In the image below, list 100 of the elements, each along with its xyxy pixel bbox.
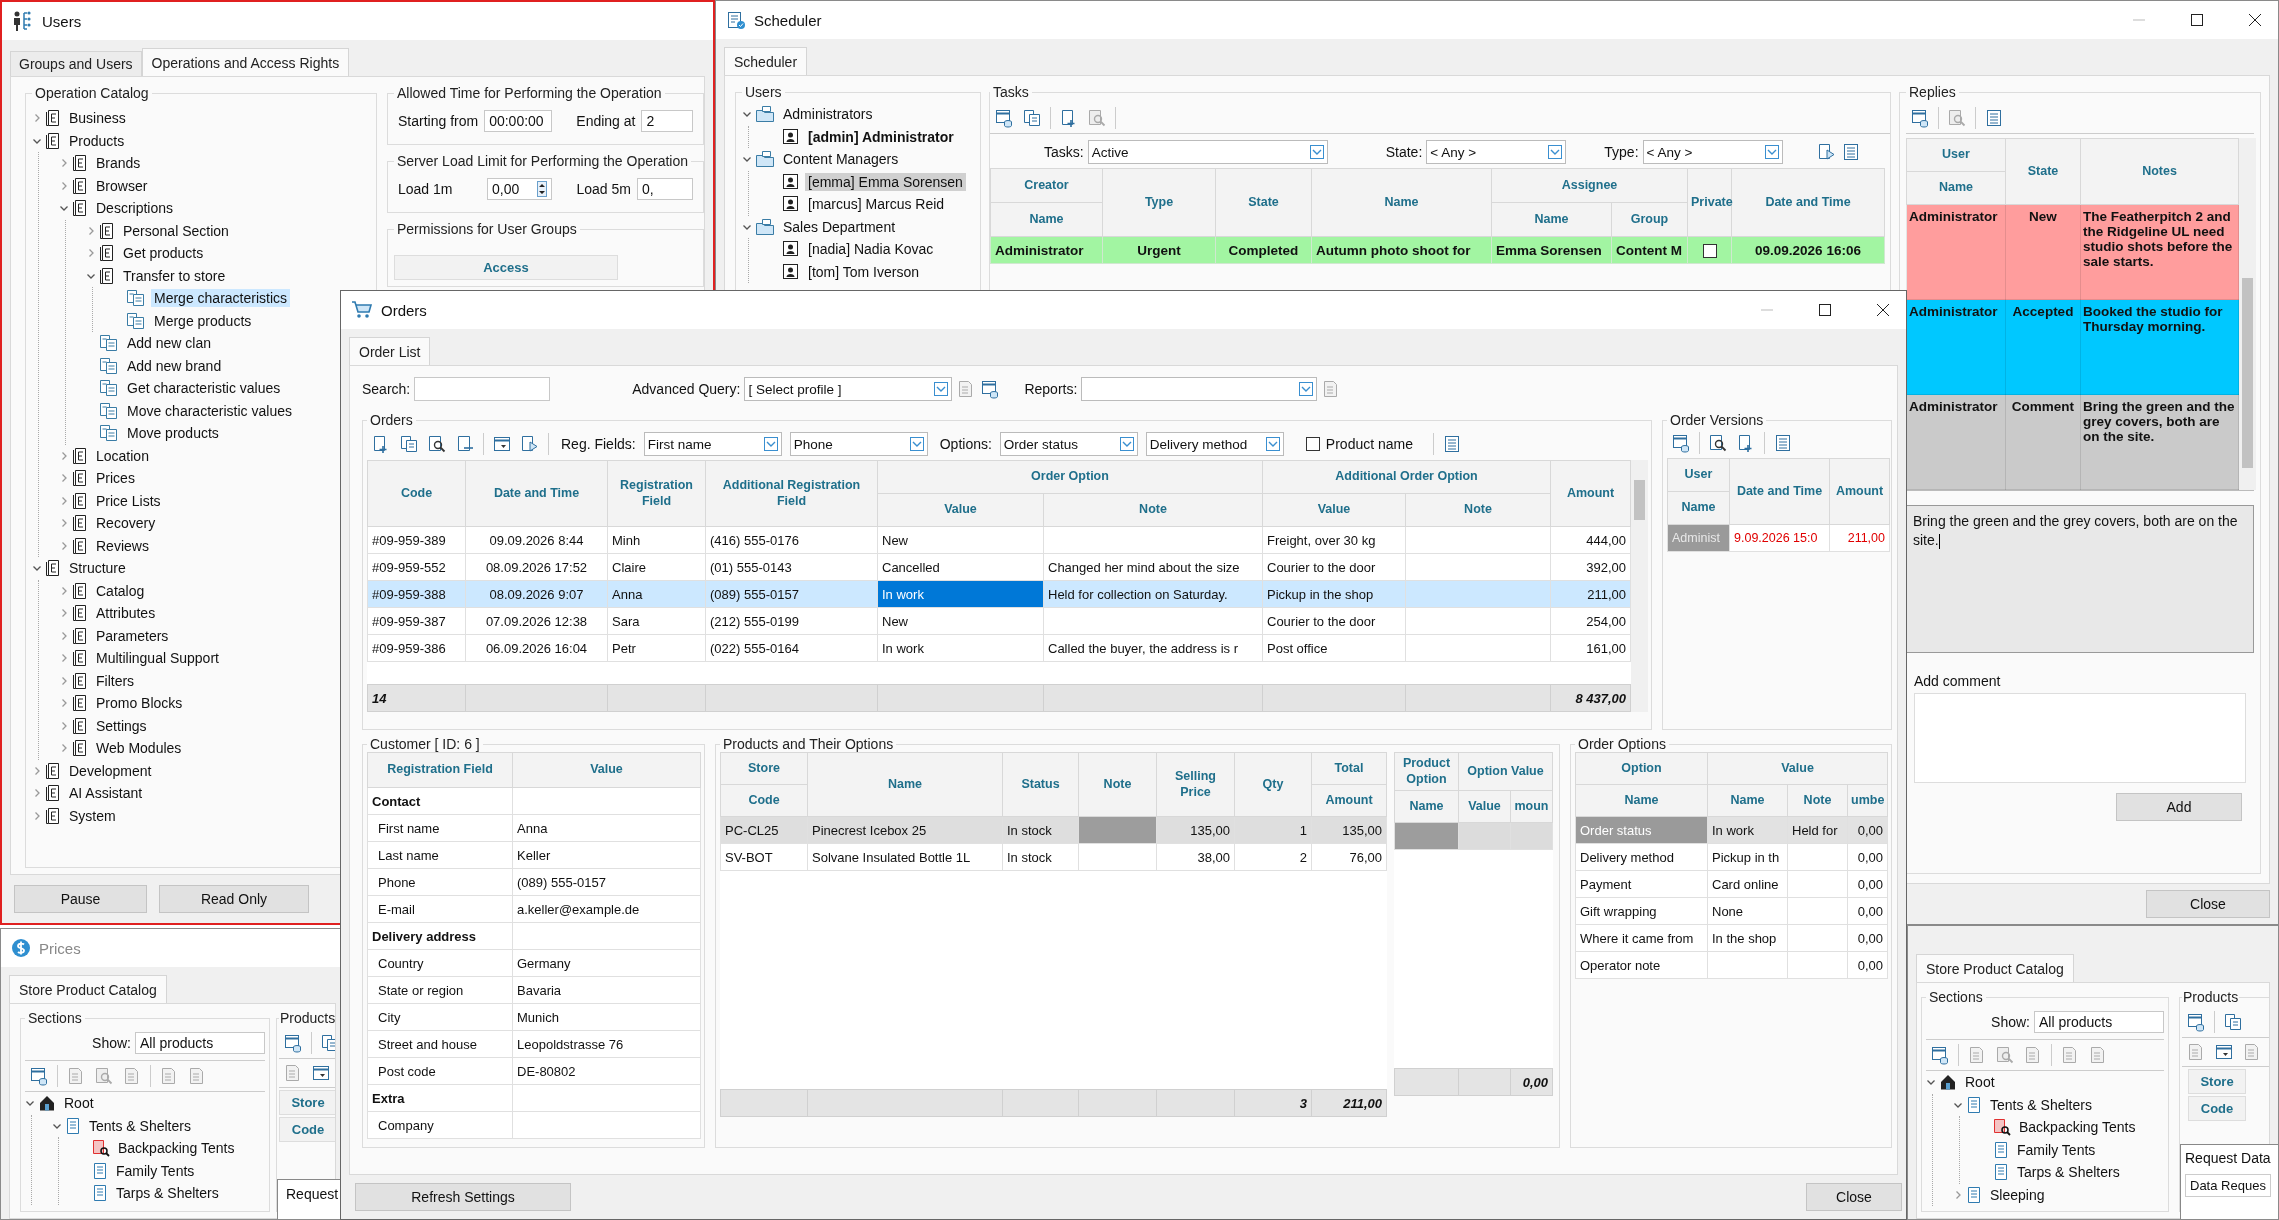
page-play-icon[interactable]	[520, 434, 540, 454]
table-row[interactable]: Gift wrapping None 0,00	[1575, 897, 1888, 925]
column-header[interactable]: Date and Time	[1729, 458, 1830, 525]
column-header[interactable]: State	[1215, 168, 1312, 237]
chevron-right-icon[interactable]	[59, 630, 69, 641]
button[interactable]: Read Only	[159, 885, 309, 913]
tree-item[interactable]: Add new brand	[124, 356, 225, 375]
column-header[interactable]: Status	[1002, 752, 1079, 817]
tree-item[interactable]: AI Assistant	[66, 784, 146, 803]
tree-item[interactable]: Move products	[124, 424, 222, 443]
column-header[interactable]: Amount	[1829, 458, 1890, 525]
column-header[interactable]: Selling Price	[1156, 752, 1235, 817]
chevron-right-icon[interactable]	[59, 495, 69, 506]
table-row[interactable]: Order status In work Held for 0,00	[1575, 816, 1888, 844]
column-header[interactable]: Date and Time	[465, 460, 608, 527]
chevron-right-icon[interactable]	[59, 473, 69, 484]
pages-icon[interactable]	[320, 1033, 335, 1053]
table-row[interactable]: #09-959-388 08.09.2026 9:07 Anna (089) 555-0157 In work Held for collection on Saturday. Pickup in the shop 211,00	[367, 580, 1631, 608]
chevron-right-icon[interactable]	[32, 788, 42, 799]
table-row[interactable]: Operator note 0,00	[1575, 951, 1888, 979]
tree-item[interactable]: Get characteristic values	[124, 379, 284, 398]
dropdown[interactable]: Order status	[999, 432, 1138, 456]
tree-item[interactable]: [nadia] Nadia Kovac	[805, 240, 937, 259]
chevron-right-icon[interactable]	[59, 653, 69, 664]
tree-item[interactable]: Root	[1962, 1073, 1998, 1092]
list-icon[interactable]	[1984, 108, 2004, 128]
column-header[interactable]: Code	[2188, 1096, 2246, 1121]
column-header[interactable]: Note	[1043, 493, 1263, 527]
tree-item[interactable]: Sleeping	[1987, 1185, 2048, 1204]
column-header[interactable]: Name	[1491, 202, 1612, 237]
tree-item[interactable]: Administrators	[780, 105, 876, 124]
show-field[interactable]: All products	[135, 1032, 265, 1054]
chevron-right-icon[interactable]	[59, 540, 69, 551]
tree-item[interactable]: Add new clan	[124, 334, 215, 353]
tree-item[interactable]: Tents & Shelters	[86, 1116, 194, 1135]
tab[interactable]: Operations and Access Rights	[141, 48, 350, 76]
tree-item[interactable]: Filters	[93, 671, 138, 690]
chevron-right-icon[interactable]	[59, 698, 69, 709]
window-icon[interactable]	[2214, 1042, 2234, 1062]
column-header[interactable]: Note	[1078, 752, 1157, 817]
column-header[interactable]: Value	[512, 752, 701, 788]
tree-item[interactable]: Content Managers	[780, 150, 902, 169]
maximize-icon[interactable]	[1818, 303, 1832, 317]
tree-item[interactable]: Tarps & Shelters	[2014, 1163, 2123, 1182]
chevron-right-icon[interactable]	[32, 810, 42, 821]
column-header[interactable]: Registration Field	[367, 752, 513, 788]
chevron-right-icon[interactable]	[59, 608, 69, 619]
maximize-icon[interactable]	[2190, 13, 2204, 27]
button[interactable]: Pause	[14, 885, 147, 913]
window-icon[interactable]	[311, 1063, 331, 1083]
column-header[interactable]: Code	[367, 460, 466, 527]
chevron-right-icon[interactable]	[59, 180, 69, 191]
column-header[interactable]: Value	[1458, 790, 1511, 823]
tree-item[interactable]: Merge products	[151, 311, 255, 330]
column-header[interactable]: Note	[1787, 784, 1848, 817]
tree-item[interactable]: Web Modules	[93, 739, 185, 758]
column-header[interactable]: Type	[1102, 168, 1216, 237]
chevron-right-icon[interactable]	[59, 743, 69, 754]
column-header[interactable]: Code	[720, 784, 808, 817]
tree-item[interactable]: Transfer to store	[120, 266, 229, 285]
number-field[interactable]: 0,00	[487, 178, 553, 200]
column-header[interactable]: Date and Time	[1731, 168, 1885, 237]
tree-item[interactable]: Move characteristic values	[124, 401, 295, 420]
column-header[interactable]: Additional Registration Field	[705, 460, 878, 527]
tree-item[interactable]: Promo Blocks	[93, 694, 186, 713]
window-icon[interactable]	[492, 434, 512, 454]
close-icon[interactable]	[1876, 303, 1890, 317]
chevron-right-icon[interactable]	[86, 248, 96, 259]
column-header[interactable]: Registration Field	[607, 460, 706, 527]
show-field[interactable]: All products	[2034, 1011, 2164, 1033]
tree-item[interactable]: Browser	[93, 176, 151, 195]
checkbox[interactable]	[1702, 243, 1717, 258]
chevron-right-icon[interactable]	[32, 113, 42, 124]
tab[interactable]: Store Product Catalog	[1916, 954, 2074, 982]
tab[interactable]: Groups and Users	[10, 51, 142, 76]
tab[interactable]: Store Product Catalog	[9, 975, 167, 1003]
page-database-icon[interactable]	[29, 1066, 49, 1086]
chevron-right-icon[interactable]	[1953, 1189, 1963, 1200]
dropdown[interactable]: Delivery method	[1145, 432, 1284, 456]
tree-item[interactable]: [admin] Administrator	[805, 127, 957, 146]
tree-item[interactable]: Prices	[93, 469, 138, 488]
comment-field[interactable]	[1914, 693, 2246, 783]
column-header[interactable]: Name	[1575, 784, 1708, 817]
table-row[interactable]: #09-959-386 06.09.2026 16:04 Petr (022) 555-0164 In work Called the buyer, the address is r Post office 161,00	[367, 634, 1631, 662]
time-field[interactable]: 00:00:00	[484, 110, 553, 132]
dropdown[interactable]: First name	[643, 432, 782, 456]
reply-text-field[interactable]: Bring the green and the grey covers, both are on the site.	[1906, 505, 2254, 653]
dropdown[interactable]: Active	[1087, 140, 1328, 164]
column-header[interactable]: Access	[394, 255, 618, 280]
button[interactable]: Close	[2146, 890, 2270, 918]
column-header[interactable]: Value	[1262, 493, 1406, 527]
tree-item[interactable]: Descriptions	[93, 199, 177, 218]
page-play-icon[interactable]	[1816, 142, 1837, 162]
tree-item[interactable]: Backpacking Tents	[2016, 1118, 2139, 1137]
tree-item[interactable]: Backpacking Tents	[115, 1139, 238, 1158]
tab[interactable]: Data Reques	[2185, 1174, 2271, 1197]
tree-item[interactable]: Business	[66, 109, 129, 128]
spinner-icon[interactable]	[537, 181, 548, 197]
table-row[interactable]: Administrator Urgent Completed Autumn photo shoot for Emma Sorensen Content M 09.09.2026 16:06	[990, 236, 1885, 264]
list-icon[interactable]	[1773, 433, 1793, 453]
